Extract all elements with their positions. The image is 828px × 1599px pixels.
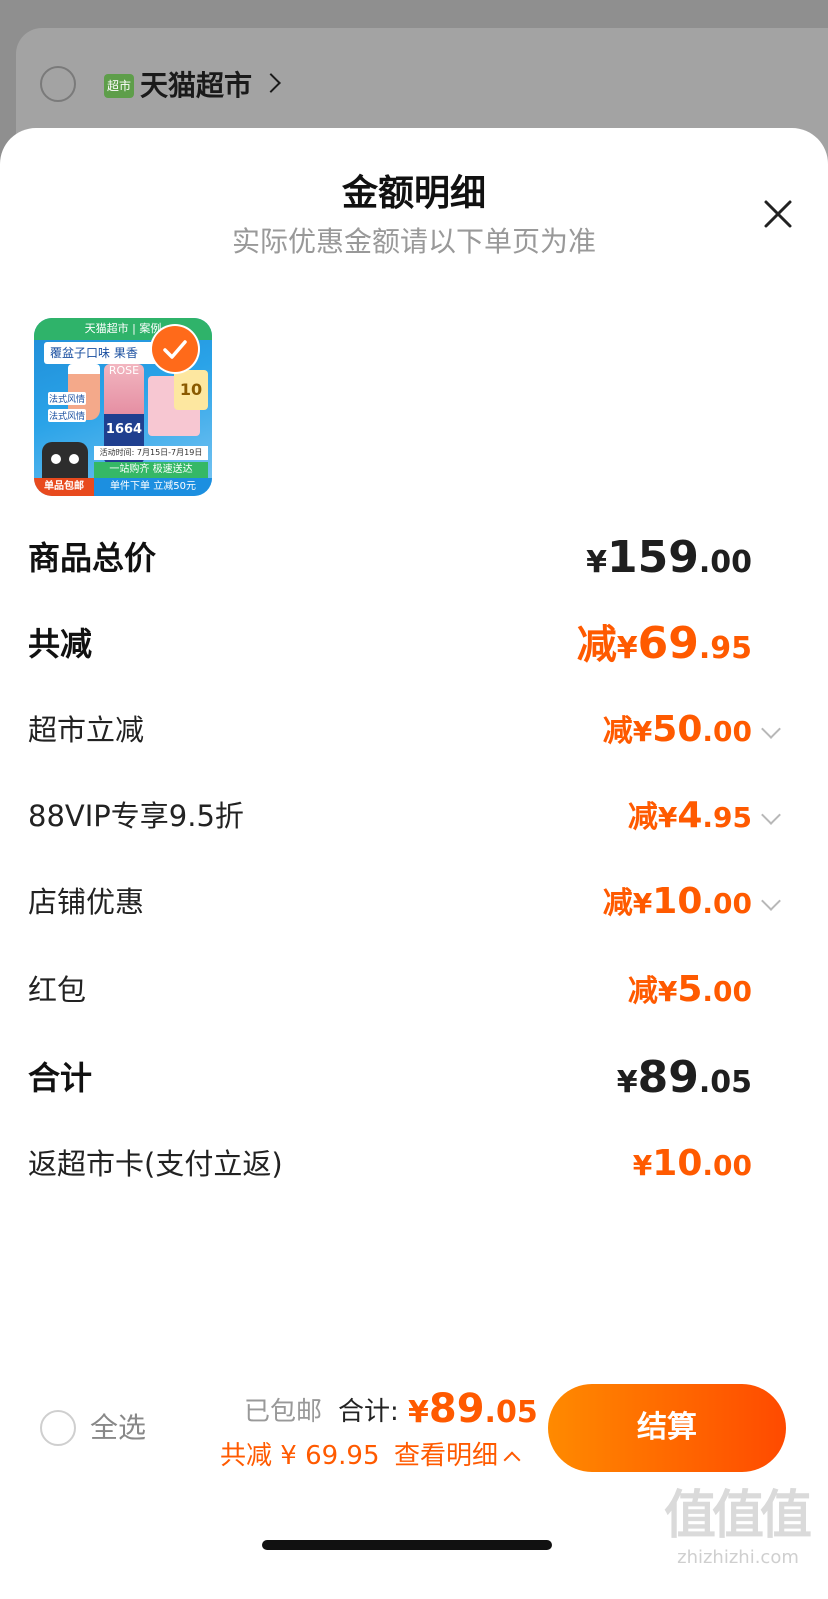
store-name[interactable]: 天猫超市 [140,66,252,106]
amount-integer: 10 [652,881,703,922]
view-detail-link[interactable]: 查看明细 [394,1436,521,1476]
thumb-tags: 法式风情 法式风情 [48,392,86,426]
thumb-tag: 法式风情 [48,392,86,405]
amount-decimal: .00 [702,975,752,1008]
watermark-url: zhizhizhi.com [677,1547,799,1568]
discount-prefix: 减 [602,886,633,921]
goods-total-amount: ¥159.00 [586,534,752,591]
tmall-mascot-icon [42,442,88,482]
amount-integer: 69 [637,618,699,669]
vip-discount-amount: 减¥4.95 [628,792,752,846]
vip-discount-label: 88VIP专享9.5折 [28,799,244,833]
amount-decimal: .05 [698,1065,752,1100]
watermark-logo: 值值值 [664,1486,812,1546]
currency-symbol: ¥ [616,1065,638,1100]
amount-integer: 159 [606,532,699,583]
can-top-text: ROSE [108,364,140,377]
supermarket-discount-row[interactable]: 超市立减 减¥50.00 [28,706,800,754]
red-packet-row: 红包 减¥5.00 [28,966,800,1014]
check-icon [163,340,187,359]
amount-decimal: .95 [702,801,752,834]
currency-symbol: ¥ [632,1149,653,1182]
store-discount-amount: 减¥10.00 [603,878,752,932]
amount-integer: 4 [677,795,703,836]
checkout-button[interactable]: 结算 [548,1384,786,1472]
view-detail-label: 查看明细 [394,1441,499,1471]
amount-decimal: .00 [702,887,752,920]
amount-decimal: .00 [702,1149,752,1182]
total-discount-amount: 减¥69.95 [577,620,752,677]
red-packet-label: 红包 [28,973,87,1007]
currency-symbol: ¥ [616,631,638,666]
amount-integer: 50 [652,709,703,750]
close-button[interactable] [758,194,798,234]
red-packet-amount: 减¥5.00 [628,966,752,1020]
gift-card-image: 10 [174,370,208,410]
can-brand-text: 1664 [105,422,143,437]
chevron-down-icon[interactable] [761,719,781,739]
chevron-down-icon[interactable] [761,805,781,825]
home-indicator[interactable] [262,1540,552,1550]
goods-total-label: 商品总价 [28,539,157,577]
supermarket-discount-amount: 减¥50.00 [603,706,752,760]
currency-symbol: ¥ [657,801,678,834]
sum-label: 合计 [28,1059,93,1097]
goods-total-row: 商品总价 ¥159.00 [28,534,800,582]
sheet-subtitle: 实际优惠金额请以下单页为准 [231,225,596,258]
discount-prefix: 减 [627,974,658,1009]
currency-symbol: ¥ [408,1395,429,1430]
cashback-row: 返超市卡(支付立返) ¥10.00 [28,1140,800,1188]
thumb-date-strip: 活动时间: 7月15日-7月19日 [94,446,208,460]
shipping-status: 已包邮 [244,1397,323,1427]
sum-row: 合计 ¥89.05 [28,1054,800,1102]
amount-decimal: .95 [698,631,752,666]
amount-integer: 89 [637,1052,699,1103]
discount-prefix: 减 [576,622,617,668]
supermarket-discount-label: 超市立减 [28,713,145,747]
currency-symbol: ¥ [657,975,678,1008]
footer-discount-text: 共减 ¥ 69.95 [220,1441,380,1471]
total-discount-label: 共减 [28,625,93,663]
currency-symbol: ¥ [632,887,653,920]
amount-decimal: .00 [698,545,752,580]
footer-total-label: 合计: [338,1397,399,1427]
total-discount-row: 共减 减¥69.95 [28,620,800,669]
discount-prefix: 减 [602,714,633,749]
select-all-label[interactable]: 全选 [90,1408,146,1448]
amount-decimal: .00 [702,715,752,748]
sum-amount: ¥89.05 [617,1054,752,1111]
free-shipping-badge: 单品包邮 [34,478,94,496]
cashback-amount: ¥10.00 [633,1140,752,1194]
thumb-green-banner: 一站购齐 极速送达 [94,462,208,478]
currency-symbol: ¥ [632,715,653,748]
footer-total-amount: ¥89.05 [408,1384,538,1439]
thumb-tag: 法式风情 [48,409,86,422]
close-icon [764,200,792,228]
sheet-title: 金额明细 [341,173,486,214]
supermarket-store-icon: 超市 [104,74,134,98]
store-discount-row[interactable]: 店铺优惠 减¥10.00 [28,878,800,926]
amount-integer: 5 [677,969,703,1010]
amount-decimal: .05 [484,1395,538,1430]
discount-prefix: 减 [627,800,658,835]
thumb-bottom-banner: 单件下单 立减50元 [94,478,212,496]
watermark: 值值值 zhizhizhi.com [664,1486,812,1586]
product-selected-check[interactable] [152,326,198,372]
vip-discount-row[interactable]: 88VIP专享9.5折 减¥4.95 [28,792,800,840]
store-discount-label: 店铺优惠 [28,885,145,919]
cashback-label: 返超市卡(支付立返) [28,1147,283,1181]
select-all-radio[interactable] [40,1410,76,1446]
chevron-down-icon[interactable] [761,891,781,911]
amount-integer: 89 [428,1386,485,1432]
currency-symbol: ¥ [586,545,607,580]
store-select-radio[interactable] [40,66,76,102]
amount-integer: 10 [652,1143,703,1184]
chevron-up-icon [503,1451,521,1469]
